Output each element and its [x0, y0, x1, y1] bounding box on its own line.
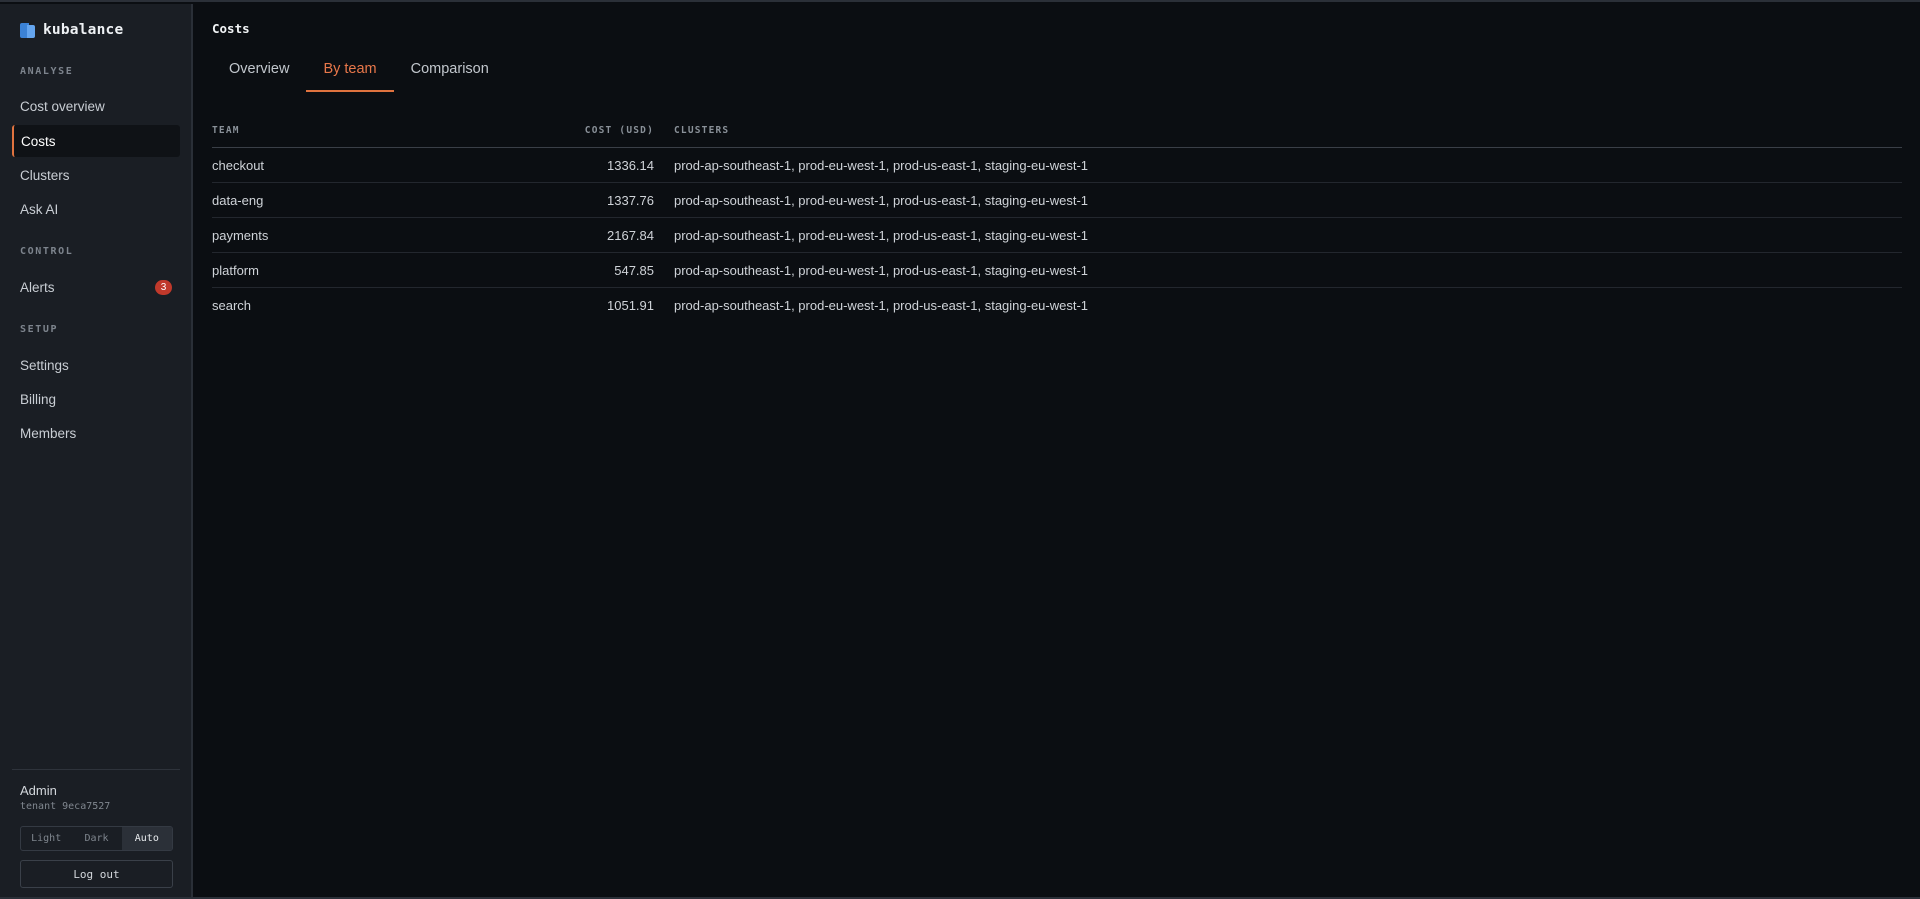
sidebar-item-label: Alerts: [20, 279, 55, 295]
cost-cell: 547.85: [614, 262, 654, 278]
team-cell: data-eng: [212, 192, 264, 208]
cost-cell: 2167.84: [607, 227, 654, 243]
brand[interactable]: kubalance: [20, 22, 123, 38]
sidebar-item-settings[interactable]: Settings: [12, 349, 180, 381]
sidebar-item-ask-ai[interactable]: Ask AI: [12, 193, 180, 225]
tab-by-team[interactable]: By team: [306, 46, 394, 92]
tab-overview[interactable]: Overview: [212, 46, 306, 92]
theme-option-dark[interactable]: Dark: [71, 827, 121, 850]
app-frame: kubalance ANALYSE Cost overview Costs Cl…: [0, 0, 1920, 899]
sidebar-item-label: Ask AI: [20, 201, 59, 217]
brand-name: kubalance: [43, 22, 124, 38]
table-row[interactable]: data-eng 1337.76 prod-ap-southeast-1, pr…: [212, 183, 1902, 218]
clusters-cell: prod-ap-southeast-1, prod-eu-west-1, pro…: [674, 298, 1089, 313]
alerts-count-badge: 3: [155, 280, 172, 295]
table-header: TEAM COST (USD) CLUSTERS: [212, 114, 1902, 148]
column-header-team[interactable]: TEAM: [212, 125, 512, 136]
sidebar-item-alerts[interactable]: Alerts 3: [12, 271, 180, 303]
sidebar-item-billing[interactable]: Billing: [12, 383, 180, 415]
section-label-setup: SETUP: [20, 324, 59, 335]
user-name: Admin: [20, 783, 57, 798]
theme-toggle: Light Dark Auto: [20, 826, 173, 851]
cost-cell: 1051.91: [607, 298, 654, 313]
table-row[interactable]: payments 2167.84 prod-ap-southeast-1, pr…: [212, 218, 1902, 253]
kubalance-logo-icon: [20, 22, 35, 38]
team-cell: checkout: [212, 157, 265, 173]
clusters-cell: prod-ap-southeast-1, prod-eu-west-1, pro…: [674, 227, 1089, 243]
sidebar-item-label: Settings: [20, 357, 69, 373]
tenant-id: tenant 9eca7527: [20, 801, 111, 812]
sidebar: kubalance ANALYSE Cost overview Costs Cl…: [0, 4, 193, 897]
team-cell: platform: [212, 262, 259, 278]
sidebar-divider: [12, 769, 180, 770]
section-label-control: CONTROL: [20, 246, 74, 257]
table-row[interactable]: search 1051.91 prod-ap-southeast-1, prod…: [212, 288, 1902, 323]
team-cell: search: [212, 298, 252, 313]
section-label-analyse: ANALYSE: [20, 66, 74, 77]
sidebar-item-costs[interactable]: Costs: [12, 125, 180, 157]
team-cell: payments: [212, 227, 269, 243]
tab-bar: Overview By team Comparison: [212, 46, 506, 92]
clusters-cell: prod-ap-southeast-1, prod-eu-west-1, pro…: [674, 192, 1089, 208]
table-row[interactable]: platform 547.85 prod-ap-southeast-1, pro…: [212, 253, 1902, 288]
logout-button[interactable]: Log out: [20, 860, 173, 888]
sidebar-item-members[interactable]: Members: [12, 417, 180, 449]
sidebar-item-label: Members: [20, 425, 77, 441]
page-title: Costs: [212, 21, 250, 36]
main-content: Costs Overview By team Comparison TEAM C…: [195, 4, 1920, 897]
tab-comparison[interactable]: Comparison: [394, 46, 506, 92]
sidebar-item-label: Clusters: [20, 167, 70, 183]
theme-option-auto[interactable]: Auto: [121, 827, 172, 850]
theme-option-light[interactable]: Light: [21, 827, 71, 850]
table-row[interactable]: checkout 1336.14 prod-ap-southeast-1, pr…: [212, 148, 1902, 183]
team-cost-table: TEAM COST (USD) CLUSTERS checkout 1336.1…: [212, 114, 1902, 323]
column-header-cost[interactable]: COST (USD): [512, 125, 654, 136]
clusters-cell: prod-ap-southeast-1, prod-eu-west-1, pro…: [674, 157, 1089, 173]
clusters-cell: prod-ap-southeast-1, prod-eu-west-1, pro…: [674, 262, 1089, 278]
sidebar-item-label: Billing: [20, 391, 57, 407]
cost-cell: 1337.76: [607, 192, 654, 208]
sidebar-item-clusters[interactable]: Clusters: [12, 159, 180, 191]
column-header-clusters[interactable]: CLUSTERS: [654, 125, 1902, 136]
cost-cell: 1336.14: [607, 157, 654, 173]
sidebar-item-label: Costs: [21, 133, 56, 149]
sidebar-item-cost-overview[interactable]: Cost overview: [12, 90, 180, 122]
sidebar-item-label: Cost overview: [20, 98, 105, 114]
